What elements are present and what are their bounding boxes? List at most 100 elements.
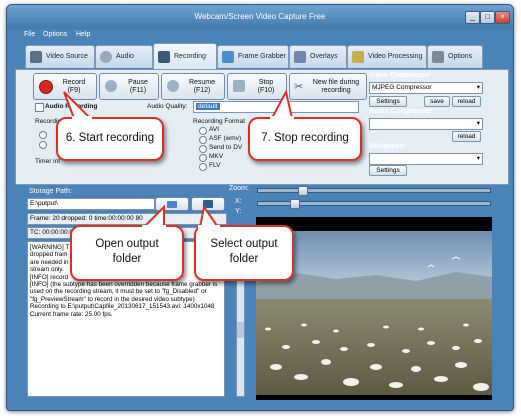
camera-icon bbox=[158, 51, 170, 63]
video-settings-button[interactable]: Settings bbox=[369, 96, 407, 107]
menu-options[interactable]: Options bbox=[43, 31, 67, 38]
wand-icon bbox=[352, 51, 364, 63]
x-thumb[interactable] bbox=[290, 199, 300, 209]
log-line: [INFO] (the subtype has been overridden … bbox=[30, 281, 218, 303]
tab-video-processing[interactable]: Video Processing bbox=[347, 45, 427, 68]
tab-label: Audio bbox=[116, 53, 134, 60]
x-label: X: bbox=[235, 198, 242, 205]
tab-bar: Video Source Audio Recording Frame Grabb… bbox=[15, 43, 507, 69]
pause-button[interactable]: Pause (F11) bbox=[99, 73, 159, 100]
callout-start-recording: 6. Start recording bbox=[56, 117, 164, 161]
tab-video-source[interactable]: Video Source bbox=[25, 45, 95, 68]
format-avi: AVI bbox=[209, 126, 219, 133]
audio-reload-button[interactable]: reload bbox=[452, 131, 481, 142]
format-mkv: MKV bbox=[209, 153, 224, 160]
pause-label: Pause bbox=[128, 79, 148, 86]
audio-compressor-select[interactable]: ▾ bbox=[369, 118, 483, 130]
tab-label: Frame Grabber bbox=[238, 53, 286, 60]
tab-overlays[interactable]: Overlays bbox=[289, 45, 347, 68]
video-compressor-title: Video Compressor bbox=[369, 72, 432, 79]
multiplexer-select[interactable]: ▾ bbox=[369, 153, 483, 165]
format-radio-dv[interactable] bbox=[199, 145, 207, 153]
callout-stop-text: 7. Stop recording bbox=[261, 132, 349, 144]
callout-select-folder-text: Select output folder bbox=[210, 238, 278, 265]
menu-help[interactable]: Help bbox=[76, 31, 90, 38]
resume-label: Resume bbox=[188, 79, 216, 86]
close-button[interactable]: × bbox=[495, 11, 510, 24]
format-group-label: Recording Format bbox=[193, 118, 246, 125]
callout-stop-recording: 7. Stop recording bbox=[248, 117, 362, 161]
log-line: Recording to E:\putput\Capfile_20130617_… bbox=[30, 303, 215, 311]
record-label: Record bbox=[62, 79, 86, 86]
zoom-label: Zoom: bbox=[229, 185, 249, 192]
callout-open-folder-text: Open output folder bbox=[95, 238, 159, 265]
tools-icon bbox=[432, 51, 444, 63]
log-scroll-thumb[interactable] bbox=[237, 322, 244, 338]
speaker-icon bbox=[100, 51, 112, 63]
multiplexer-settings-button[interactable]: Settings bbox=[369, 165, 407, 176]
storage-path-label: Storage Path: bbox=[29, 188, 72, 195]
minimize-button[interactable]: _ bbox=[465, 11, 480, 24]
format-radio-flv[interactable] bbox=[199, 163, 207, 171]
pause-icon bbox=[105, 80, 117, 92]
callout-start-pointer bbox=[63, 91, 93, 120]
image-icon bbox=[222, 51, 234, 63]
format-asf: ASF (wmv) bbox=[209, 135, 242, 142]
record-icon bbox=[39, 80, 53, 94]
log-line: Current frame rate: 25.00 fps. bbox=[30, 310, 113, 318]
overlay-icon bbox=[294, 51, 306, 63]
tab-label: Overlays bbox=[310, 53, 338, 60]
menu-bar: File Options Help bbox=[7, 29, 513, 41]
mode-radio-2[interactable] bbox=[39, 141, 47, 149]
video-reload-button[interactable]: reload bbox=[452, 96, 481, 107]
main-window: Webcam/Screen Video Capture Free _ □ × F… bbox=[6, 4, 514, 411]
audio-recording-checkbox[interactable] bbox=[35, 103, 44, 112]
tab-frame-grabber[interactable]: Frame Grabber bbox=[217, 45, 289, 68]
tab-audio[interactable]: Audio bbox=[95, 45, 153, 68]
format-dv: Send to DV bbox=[209, 144, 243, 151]
stop-label: Stop bbox=[258, 79, 274, 86]
y-label: Y: bbox=[235, 208, 242, 215]
format-radio-avi[interactable] bbox=[199, 127, 207, 135]
callout-open-pointer bbox=[141, 205, 166, 229]
chevron-down-icon: ▾ bbox=[476, 84, 480, 91]
callout-stop-pointer bbox=[270, 90, 294, 120]
menu-file[interactable]: File bbox=[24, 31, 35, 38]
tab-options[interactable]: Options bbox=[427, 45, 483, 68]
zoom-slider[interactable] bbox=[257, 186, 491, 196]
format-flv: FLV bbox=[209, 162, 221, 169]
stop-icon bbox=[233, 80, 245, 92]
format-radio-asf[interactable] bbox=[199, 136, 207, 144]
new-file-label: New file during recording bbox=[312, 79, 360, 94]
callout-select-pointer bbox=[198, 205, 220, 229]
video-save-button[interactable]: save bbox=[424, 96, 450, 107]
timer-interval-label: Timer int bbox=[35, 158, 61, 165]
tab-label: Video Processing bbox=[368, 53, 423, 60]
tab-recording[interactable]: Recording bbox=[153, 43, 217, 69]
callout-select-folder: Select output folder bbox=[194, 225, 294, 281]
audio-quality-value: default bbox=[196, 103, 220, 110]
chevron-down-icon: ▾ bbox=[476, 155, 480, 162]
x-slider[interactable] bbox=[257, 199, 491, 209]
video-compressor-value: MJPEG Compressor bbox=[372, 84, 432, 91]
window-title: Webcam/Screen Video Capture Free bbox=[194, 12, 326, 21]
resume-icon bbox=[167, 80, 179, 92]
storage-path-field[interactable]: E:\putput\ bbox=[27, 198, 155, 210]
resume-shortcut: (F12) bbox=[193, 87, 211, 94]
mode-radio-1[interactable] bbox=[39, 131, 47, 139]
video-compressor-select[interactable]: MJPEG Compressor ▾ bbox=[369, 82, 483, 94]
maximize-button[interactable]: □ bbox=[480, 11, 495, 24]
audio-quality-label: Audio Quality: bbox=[147, 103, 188, 110]
pause-shortcut: (F11) bbox=[129, 87, 147, 94]
callout-open-folder: Open output folder bbox=[70, 225, 184, 281]
callout-start-text: 6. Start recording bbox=[65, 132, 155, 144]
zoom-thumb[interactable] bbox=[298, 186, 308, 196]
resume-button[interactable]: Resume (F12) bbox=[161, 73, 225, 100]
tab-label: Options bbox=[448, 53, 473, 60]
audio-compressor-title: Audio Compressor bbox=[369, 108, 433, 115]
format-radio-mkv[interactable] bbox=[199, 154, 207, 162]
chevron-down-icon: ▾ bbox=[476, 120, 480, 127]
multiplexer-title: Multiplexer bbox=[369, 143, 406, 150]
tab-label: Recording bbox=[174, 53, 206, 60]
film-icon bbox=[30, 51, 42, 63]
